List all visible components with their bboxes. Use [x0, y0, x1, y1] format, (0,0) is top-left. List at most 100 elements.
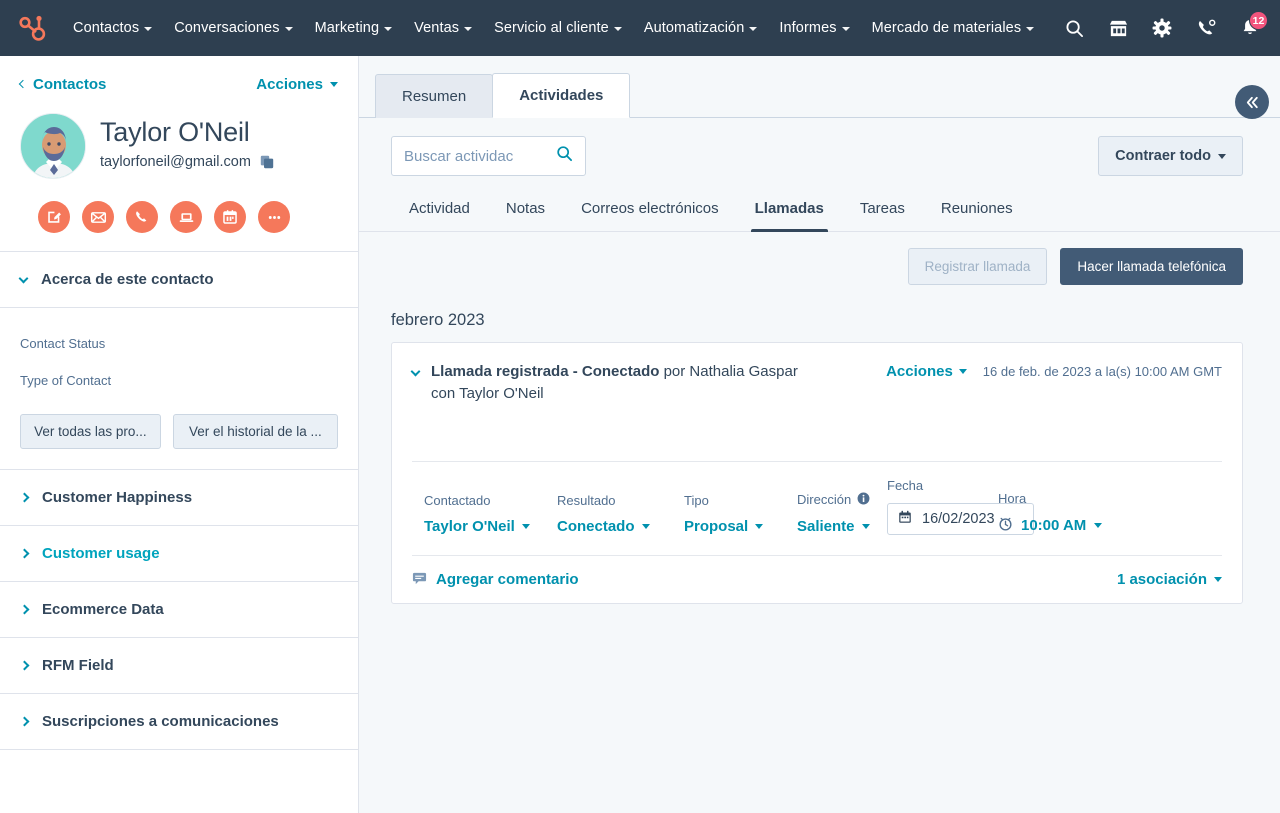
about-properties: Contact Status Type of Contact Ver todas… — [0, 308, 358, 470]
sidebar-section-customer-usage[interactable]: Customer usage — [0, 526, 358, 582]
search-icon[interactable] — [556, 145, 573, 167]
search-input[interactable] — [404, 147, 550, 165]
sidebar-section-comunicaciones[interactable]: Suscripciones a comunicaciones — [0, 694, 358, 750]
field-label-text: Dirección — [797, 492, 852, 507]
nav-item-conversaciones[interactable]: Conversaciones — [163, 14, 303, 42]
log-call-button[interactable]: Registrar llamada — [907, 248, 1048, 285]
nav-item-label: Ventas — [414, 20, 460, 36]
subtab-label: Tareas — [859, 200, 905, 217]
subtab-notas[interactable]: Notas — [488, 190, 563, 231]
add-comment-link[interactable]: Agregar comentario — [412, 570, 579, 589]
chevron-right-icon — [19, 548, 30, 559]
subtab-llamadas[interactable]: Llamadas — [737, 190, 842, 232]
activity-card-header: Llamada registrada - Conectado por Natha… — [410, 361, 1222, 405]
calling-icon[interactable] — [1186, 8, 1226, 48]
info-icon[interactable] — [857, 492, 870, 508]
field-value-resultado[interactable]: Conectado — [557, 518, 684, 535]
tab-resumen[interactable]: Resumen — [375, 74, 494, 118]
activity-header-right: Acciones 16 de feb. de 2023 a la(s) 10:0… — [886, 361, 1222, 380]
contact-name: Taylor O'Neil — [100, 117, 250, 147]
activity-title-rest: por Nathalia Gaspar — [659, 363, 798, 380]
nav-item-mercado-de-materiales[interactable]: Mercado de materiales — [861, 14, 1046, 42]
tab-label: Resumen — [402, 88, 467, 105]
subtab-correos-electronicos[interactable]: Correos electrónicos — [563, 190, 737, 231]
sidebar-section-customer-happiness[interactable]: Customer Happiness — [0, 470, 358, 526]
clock-icon — [998, 516, 1013, 535]
sidebar-breadcrumb-row: Contactos Acciones — [18, 76, 338, 93]
email-icon[interactable] — [82, 201, 114, 233]
chevron-down-icon — [755, 523, 764, 529]
subtab-reuniones[interactable]: Reuniones — [923, 190, 1031, 231]
more-icon[interactable] — [258, 201, 290, 233]
field-value-tipo[interactable]: Proposal — [684, 518, 797, 535]
view-all-properties-button[interactable]: Ver todas las pro... — [20, 414, 161, 449]
notifications-bell-icon[interactable]: 12 — [1230, 8, 1270, 48]
activity-fields-row: Contactado Taylor O'Neil Resultado Conec… — [412, 478, 1222, 539]
note-icon[interactable] — [38, 201, 70, 233]
nav-item-informes[interactable]: Informes — [768, 14, 860, 42]
field-fecha: Fecha 16/02/2023 — [887, 478, 1034, 535]
month-group-label: febrero 2023 — [391, 311, 485, 329]
sidebar-section-ecommerce-data[interactable]: Ecommerce Data — [0, 582, 358, 638]
activity-actions-label: Acciones — [886, 363, 953, 380]
field-direccion: Dirección Saliente — [797, 492, 887, 535]
page-body: Contactos Acciones Taylor O'Neil taylorf… — [0, 56, 1280, 813]
field-value-direccion[interactable]: Saliente — [797, 518, 887, 535]
call-icon[interactable] — [126, 201, 158, 233]
chevron-down-icon — [1094, 522, 1103, 528]
chevron-down-icon — [861, 523, 870, 529]
nav-item-label: Contactos — [73, 20, 140, 36]
activity-actions-dropdown[interactable]: Acciones — [886, 363, 967, 380]
sidebar-section-rfm-field[interactable]: RFM Field — [0, 638, 358, 694]
field-value-contactado[interactable]: Taylor O'Neil — [424, 518, 557, 535]
activity-header-left: Llamada registrada - Conectado por Natha… — [410, 361, 874, 405]
chevron-right-icon — [19, 716, 30, 727]
collapse-all-label: Contraer todo — [1115, 148, 1211, 164]
nav-item-automatizacion[interactable]: Automatización — [633, 14, 769, 42]
contact-avatar[interactable] — [20, 113, 86, 179]
field-label: Hora — [998, 490, 1027, 506]
nav-item-marketing[interactable]: Marketing — [304, 14, 404, 42]
sidebar-actions-dropdown[interactable]: Acciones — [256, 76, 338, 93]
chevron-right-icon — [19, 604, 30, 615]
hubspot-sprocket-logo[interactable] — [14, 11, 48, 45]
activity-title: Llamada registrada - Conectado por Natha… — [431, 361, 798, 405]
about-buttons: Ver todas las pro... Ver el historial de… — [20, 414, 338, 449]
task-icon[interactable] — [214, 201, 246, 233]
chevron-down-icon — [330, 82, 338, 87]
comment-icon — [412, 570, 427, 589]
settings-gear-icon[interactable] — [1142, 8, 1182, 48]
sidebar-section-label: Customer Happiness — [42, 489, 193, 506]
chevron-down-icon[interactable] — [410, 366, 421, 377]
back-link-label: Contactos — [33, 76, 107, 93]
subtab-actividad[interactable]: Actividad — [391, 190, 488, 231]
chevron-right-icon — [19, 660, 30, 671]
view-property-history-button[interactable]: Ver el historial de la ... — [172, 414, 338, 449]
subtab-label: Reuniones — [940, 200, 1013, 217]
search-activities-box[interactable] — [391, 136, 586, 176]
associations-label: 1 asociación — [1116, 570, 1207, 588]
copy-icon[interactable] — [260, 155, 274, 169]
associations-dropdown[interactable]: 1 asociación — [1117, 571, 1222, 588]
collapse-all-button[interactable]: Contraer todo — [1098, 136, 1243, 176]
field-value-hora[interactable]: 10:00 AM — [998, 516, 1118, 535]
collapse-panel-button[interactable] — [1235, 85, 1269, 119]
back-to-contacts-link[interactable]: Contactos — [18, 76, 107, 93]
marketplace-icon[interactable] — [1098, 8, 1138, 48]
field-label: Contactado — [424, 492, 491, 508]
notification-badge: 12 — [1249, 11, 1268, 30]
meeting-icon[interactable] — [170, 201, 202, 233]
sidebar-section-about[interactable]: Acerca de este contacto — [0, 252, 358, 308]
property-label-type-of-contact: Type of Contact — [20, 373, 112, 388]
activity-title-line2: con Taylor O'Neil — [431, 384, 544, 402]
search-icon[interactable] — [1054, 8, 1094, 48]
nav-item-contactos[interactable]: Contactos — [62, 14, 163, 42]
make-call-button[interactable]: Hacer llamada telefónica — [1060, 248, 1243, 285]
nav-item-ventas[interactable]: Ventas — [403, 14, 483, 42]
tab-label: Actividades — [519, 87, 604, 104]
nav-item-servicio-al-cliente[interactable]: Servicio al cliente — [483, 14, 633, 42]
tab-actividades[interactable]: Actividades — [492, 73, 631, 118]
chevron-down-icon — [841, 27, 850, 31]
subtab-tareas[interactable]: Tareas — [842, 190, 923, 231]
chevron-down-icon — [958, 369, 967, 374]
